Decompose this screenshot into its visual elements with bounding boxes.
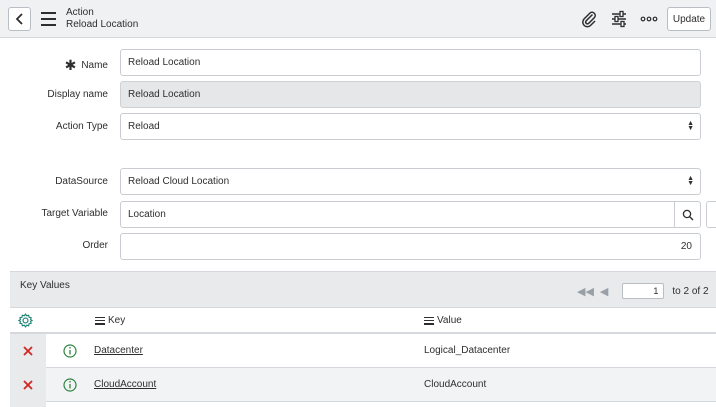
display-name-label: Display name xyxy=(47,89,108,100)
display-name-field: Reload Location xyxy=(120,81,701,108)
select-arrows-icon: ▲ ▼ xyxy=(687,120,694,132)
column-header-key[interactable]: Key xyxy=(95,315,125,326)
order-label: Order xyxy=(82,240,108,251)
table-row: CloudAccount CloudAccount xyxy=(10,368,716,402)
close-icon xyxy=(23,346,33,356)
related-list-title: Key Values xyxy=(20,280,70,291)
personalize-list-button[interactable] xyxy=(18,313,33,328)
record-type: Action xyxy=(66,7,94,18)
row-cell-partial xyxy=(10,402,46,407)
first-page-icon[interactable]: ◀◀ xyxy=(577,285,594,298)
paperclip-icon[interactable] xyxy=(580,10,598,28)
pagination: ◀◀ ◀ 1 to 2 of 2 xyxy=(577,283,709,299)
name-field[interactable]: Reload Location xyxy=(120,49,701,76)
form-header: Action Reload Location Update xyxy=(0,0,716,38)
column-header-value[interactable]: Value xyxy=(424,315,462,326)
target-variable-row: Target Variable Location xyxy=(0,201,716,228)
action-type-row: Action Type Reload ▲ ▼ xyxy=(0,113,716,140)
record-title: Action Reload Location xyxy=(66,7,138,31)
name-label: ✱ Name xyxy=(64,57,108,73)
record-name: Reload Location xyxy=(66,19,139,30)
order-value: 20 xyxy=(680,241,692,252)
column-menu-icon[interactable] xyxy=(95,316,105,325)
lookup-button[interactable] xyxy=(674,201,701,228)
delete-row-button[interactable] xyxy=(10,334,46,368)
mandatory-icon: ✱ xyxy=(64,57,77,73)
settings-sliders-icon[interactable] xyxy=(610,10,628,28)
action-type-label: Action Type xyxy=(55,121,108,132)
back-icon xyxy=(15,13,23,25)
page-total: to 2 of 2 xyxy=(672,285,709,297)
datasource-row: DataSource Reload Cloud Location ▲ ▼ xyxy=(0,168,716,195)
related-list-header: Key Values ◀◀ ◀ 1 to 2 of 2 xyxy=(10,271,716,307)
column-menu-icon[interactable] xyxy=(424,316,434,325)
action-type-select[interactable]: Reload ▲ ▼ xyxy=(120,113,701,140)
close-icon xyxy=(23,380,33,390)
table-header: Key Value xyxy=(10,307,716,334)
key-link[interactable]: CloudAccount xyxy=(94,379,156,390)
datasource-select[interactable]: Reload Cloud Location ▲ ▼ xyxy=(120,168,701,195)
menu-icon[interactable] xyxy=(41,12,56,26)
more-icon[interactable] xyxy=(640,12,658,26)
table-row-partial xyxy=(10,402,716,407)
reference-info-button[interactable] xyxy=(706,201,716,228)
previous-page-icon[interactable]: ◀ xyxy=(600,285,608,298)
key-link[interactable]: Datacenter xyxy=(94,345,143,356)
info-icon[interactable] xyxy=(63,378,77,395)
value-cell: CloudAccount xyxy=(424,379,487,390)
table-row: Datacenter Logical_Datacenter xyxy=(10,334,716,368)
select-arrows-icon: ▲ ▼ xyxy=(687,175,694,187)
page-input[interactable]: 1 xyxy=(622,283,665,299)
value-cell: Logical_Datacenter xyxy=(424,345,511,356)
info-icon[interactable] xyxy=(63,344,77,361)
action-type-value: Reload xyxy=(128,121,160,132)
order-row: Order 20 xyxy=(0,233,716,260)
gear-icon xyxy=(18,313,33,328)
target-variable-field[interactable]: Location xyxy=(120,201,675,228)
delete-row-button[interactable] xyxy=(10,368,46,402)
back-button[interactable] xyxy=(8,7,31,31)
name-row: ✱ Name Reload Location xyxy=(0,49,716,76)
search-icon xyxy=(682,209,693,220)
datasource-value: Reload Cloud Location xyxy=(128,176,230,187)
display-name-row: Display name Reload Location xyxy=(0,81,716,108)
update-button[interactable]: Update xyxy=(667,7,711,31)
datasource-label: DataSource xyxy=(55,176,108,187)
order-field[interactable]: 20 xyxy=(120,233,701,260)
target-variable-label: Target Variable xyxy=(41,208,108,219)
